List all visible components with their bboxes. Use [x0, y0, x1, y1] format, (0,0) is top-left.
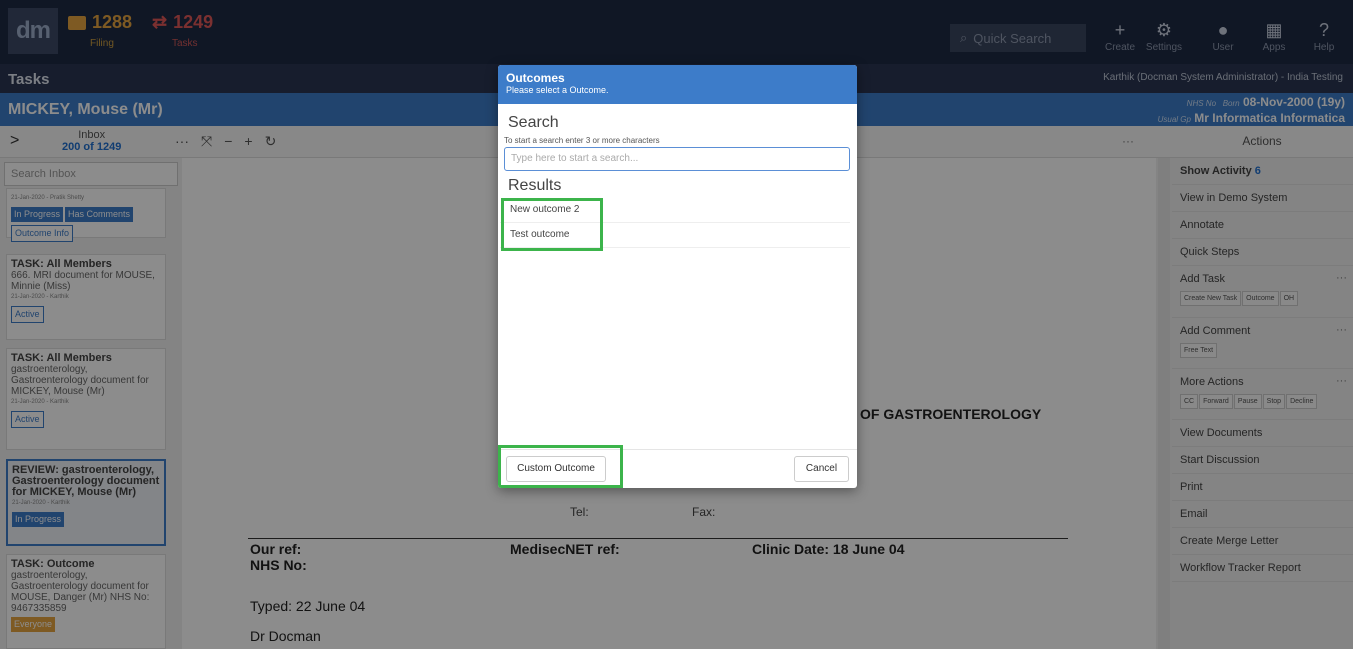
cancel-button[interactable]: Cancel — [794, 456, 849, 482]
search-hint: To start a search enter 3 or more charac… — [504, 136, 660, 145]
outcomes-dialog: Outcomes Please select a Outcome. Search… — [498, 65, 857, 488]
results-heading: Results — [508, 177, 562, 194]
outcome-search-input[interactable]: Type here to start a search... — [504, 147, 850, 171]
highlight-box — [501, 198, 603, 251]
dialog-header: Outcomes Please select a Outcome. — [498, 65, 857, 104]
dialog-subtitle: Please select a Outcome. — [506, 85, 609, 95]
search-heading: Search — [508, 114, 559, 131]
highlight-box — [498, 445, 623, 488]
dialog-title: Outcomes — [506, 71, 565, 85]
